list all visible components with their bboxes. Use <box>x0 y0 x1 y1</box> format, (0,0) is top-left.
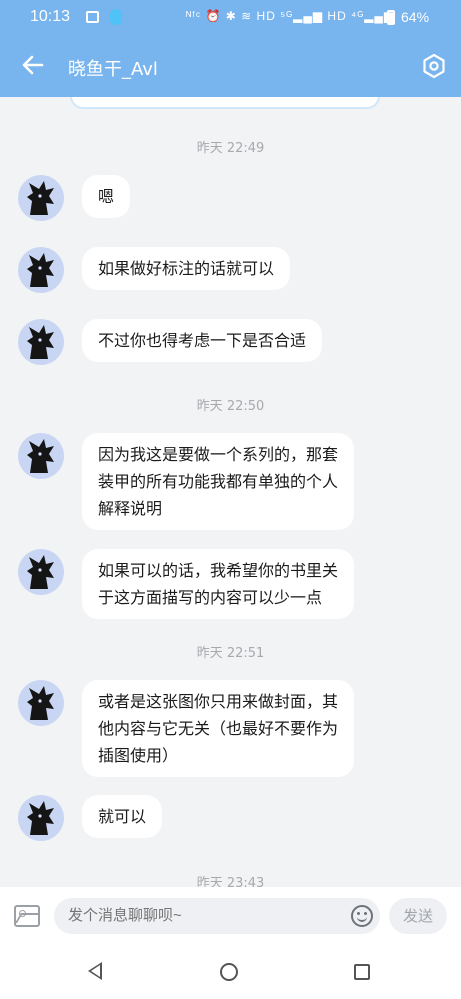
gallery-notification-icon <box>86 11 99 23</box>
message-bubble[interactable]: 如果可以的话，我希望你的书里关 于这方面描写的内容可以少一点 <box>82 549 355 619</box>
message-input-bar: 发送 <box>0 887 461 945</box>
status-bar: 10:13 ᴺᶠᶜ ⏰ ✱ ≋ HD ⁵ᴳ▂▄▆ HD ⁴ᴳ▂▄▆ 64% <box>0 0 461 36</box>
message-bubble[interactable]: 不过你也得考虑一下是否合适 <box>82 319 323 362</box>
nav-back-icon[interactable] <box>88 962 102 980</box>
send-button[interactable]: 发送 <box>389 898 447 934</box>
avatar[interactable] <box>18 433 64 479</box>
message-bubble[interactable]: 嗯 <box>82 175 131 218</box>
battery-percent: 64% <box>401 9 430 25</box>
nav-recents-icon[interactable] <box>354 964 370 980</box>
arrow-left-icon <box>22 55 44 75</box>
timestamp: 昨天 22:51 <box>196 646 265 661</box>
avatar[interactable] <box>18 680 64 726</box>
message-bubble[interactable]: 就可以 <box>82 795 163 838</box>
chat-title: 晓鱼干_Avl <box>68 59 158 80</box>
settings-hexagon-icon <box>423 53 445 79</box>
avatar[interactable] <box>18 319 64 365</box>
status-time: 10:13 <box>30 8 71 25</box>
timestamp: 昨天 22:50 <box>196 399 265 414</box>
emoji-icon[interactable] <box>351 905 373 927</box>
back-button[interactable] <box>18 50 48 80</box>
app-header: 10:13 ᴺᶠᶜ ⏰ ✱ ≋ HD ⁵ᴳ▂▄▆ HD ⁴ᴳ▂▄▆ 64% 晓鱼… <box>0 0 461 97</box>
message-bubble[interactable]: 因为我这是要做一个系列的，那套 装甲的所有功能我都有单独的个人 解释说明 <box>82 433 355 530</box>
nav-home-icon[interactable] <box>220 963 238 981</box>
avatar[interactable] <box>18 175 64 221</box>
timestamp: 昨天 23:43 <box>196 876 265 887</box>
message-bubble[interactable]: 如果做好标注的话就可以 <box>82 247 291 290</box>
battery-icon <box>387 10 395 25</box>
qq-notification-icon <box>110 9 122 25</box>
chat-message-list[interactable]: 昨天 22:49 嗯 如果做好标注的话就可以 不过你也得考虑一下是否合适 昨天 … <box>0 97 461 887</box>
image-picker-icon[interactable] <box>14 905 40 927</box>
system-navigation-bar <box>0 945 461 999</box>
timestamp: 昨天 22:49 <box>196 141 265 156</box>
previous-message-bubble <box>70 97 380 109</box>
settings-button[interactable] <box>420 52 448 80</box>
avatar[interactable] <box>18 247 64 293</box>
message-bubble[interactable]: 或者是这张图你只用来做封面，其 他内容与它无关（也最好不要作为 插图使用） <box>82 680 355 777</box>
message-input[interactable] <box>54 898 380 934</box>
status-indicators: ᴺᶠᶜ ⏰ ✱ ≋ HD ⁵ᴳ▂▄▆ HD ⁴ᴳ▂▄▆ <box>186 9 395 23</box>
avatar[interactable] <box>18 549 64 595</box>
avatar[interactable] <box>18 795 64 841</box>
